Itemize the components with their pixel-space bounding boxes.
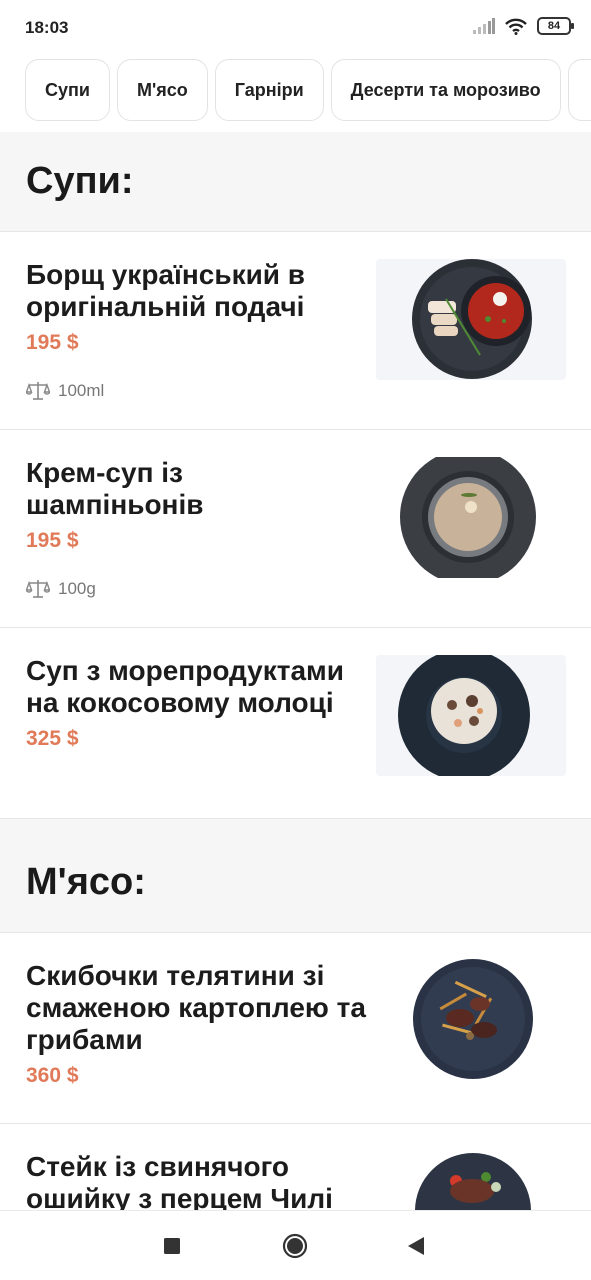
section-title: Супи:	[26, 160, 134, 202]
mushroom-cream-soup-photo	[376, 457, 566, 578]
battery-level: 84	[547, 20, 561, 32]
tab-more[interactable]	[567, 59, 591, 121]
item-weight: 100g	[26, 579, 96, 599]
menu-list[interactable]: Супи: Борщ український в оригінальній по…	[0, 132, 591, 1210]
section-header-meat: М'ясо:	[0, 819, 591, 933]
menu-item[interactable]: Крем-суп із шампіньонів 195 $ 100g	[0, 430, 591, 628]
item-name: Суп з морепродуктами на кокосовому молоц…	[26, 655, 344, 718]
item-name: Борщ український в оригінальній подачі	[26, 259, 306, 322]
item-price: 195 $	[26, 331, 79, 354]
tab-desserts[interactable]: Десерти та морозиво	[330, 59, 561, 121]
tab-soups[interactable]: Супи	[25, 59, 110, 121]
item-price: 360 $	[26, 1064, 79, 1087]
status-icons: 84	[473, 17, 574, 35]
item-name: Скибочки телятини зі смаженою картоплею …	[26, 960, 366, 1055]
scale-icon	[26, 382, 50, 400]
back-triangle-icon[interactable]	[406, 1236, 426, 1256]
circle-icon[interactable]	[282, 1233, 308, 1259]
item-name: Крем-суп із шампіньонів	[26, 457, 204, 520]
tab-sides[interactable]: Гарніри	[214, 59, 324, 121]
category-tabs: Супи М'ясо Гарніри Десерти та морозиво	[0, 56, 591, 132]
menu-item[interactable]: Борщ український в оригінальній подачі 1…	[0, 232, 591, 430]
seafood-coconut-soup-photo	[376, 655, 566, 776]
item-price: 325 $	[26, 727, 79, 750]
section-title: М'ясо:	[26, 861, 146, 903]
menu-item[interactable]: Скибочки телятини зі смаженою картоплею …	[0, 933, 591, 1124]
wifi-icon	[505, 18, 527, 35]
menu-item[interactable]: Стейк із свинячого ошийку з перцем Чилі	[0, 1124, 591, 1210]
weight-value: 100g	[58, 579, 96, 598]
status-bar: 18:03 84	[0, 0, 591, 56]
borscht-photo	[376, 259, 566, 380]
menu-item[interactable]: Суп з морепродуктами на кокосовому молоц…	[0, 628, 591, 819]
weight-value: 100ml	[58, 381, 105, 400]
tab-meat[interactable]: М'ясо	[116, 59, 208, 121]
item-name: Стейк із свинячого ошийку з перцем Чилі	[26, 1151, 333, 1210]
square-icon[interactable]	[163, 1237, 181, 1255]
battery-icon: 84	[537, 17, 574, 35]
section-header-soups: Супи:	[0, 132, 591, 232]
system-nav-bar	[0, 1210, 591, 1280]
item-price: 195 $	[26, 529, 79, 552]
veal-potatoes-photo	[376, 958, 566, 1079]
pork-steak-photo	[376, 1151, 566, 1210]
status-time: 18:03	[25, 18, 69, 37]
signal-icon	[473, 18, 495, 34]
scale-icon	[26, 580, 50, 598]
item-weight: 100ml	[26, 381, 104, 401]
